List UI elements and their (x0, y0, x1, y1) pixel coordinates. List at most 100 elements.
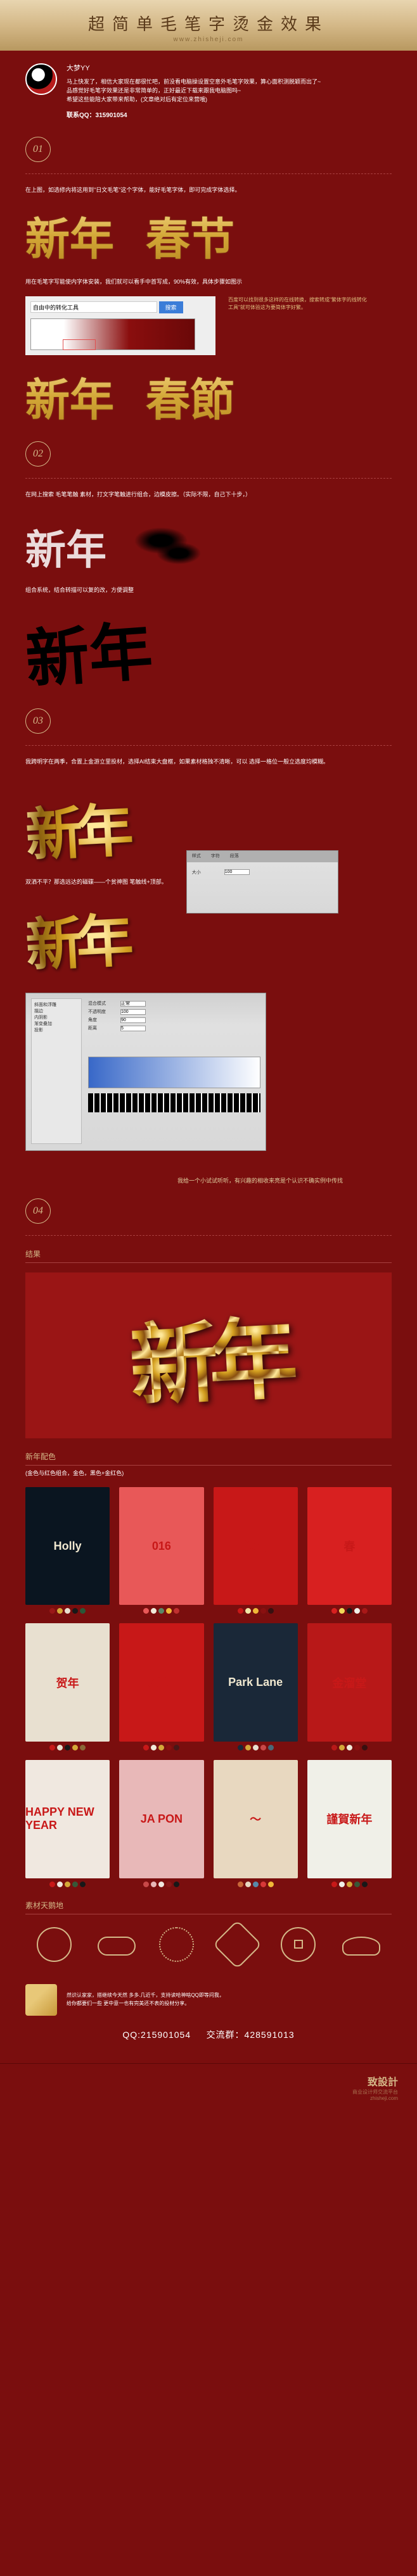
color-swatch (151, 1608, 157, 1614)
opacity-input[interactable] (120, 1009, 146, 1015)
footer-group: 交流群：428591013 (207, 2030, 295, 2040)
poster-image: 送福 (214, 1487, 298, 1605)
color-swatch (245, 1745, 251, 1750)
color-swatch (143, 1608, 149, 1614)
color-swatch (268, 1882, 274, 1887)
style-controls: 混合模式 不透明度 角度 距离 (88, 998, 260, 1144)
color-swatch (166, 1745, 172, 1750)
footer-line: 给你都要们一些 更中意一也有完美还不表的投材分享。 (67, 2000, 392, 2008)
layer-style-body: 斜面和浮雕 描边 内阴影 渐变叠加 投影 混合模式 不透明度 角度 距离 (26, 993, 266, 1149)
step-description: 组合系统，结合转描可以复的改，方便调整 (25, 586, 392, 594)
style-option[interactable]: 内阴影 (34, 1014, 79, 1021)
search-tip: 百度可以找到很多这样的在线转换，搜索转成"繁体字的线转化工具"就可体验这为要简体… (228, 296, 368, 311)
step-description: 双洒不平？那选远达的磁碟——个贫神图 笔触线+顶部。 (25, 877, 167, 886)
gold-text-result-sharp: 新年 (23, 892, 169, 982)
poster-item: 金溜堂 (307, 1623, 392, 1750)
color-swatch (80, 1608, 86, 1614)
angle-input[interactable] (120, 1017, 146, 1023)
color-swatch (331, 1608, 337, 1614)
color-swatches (119, 1745, 203, 1750)
color-swatch (339, 1882, 345, 1887)
ornament-circle-icon (37, 1927, 75, 1965)
color-swatch (245, 1608, 251, 1614)
panel-tab[interactable]: 段落 (225, 851, 244, 862)
color-swatch (158, 1608, 164, 1614)
page-subtitle: www.zhisheji.com (0, 36, 417, 43)
color-swatch (331, 1745, 337, 1750)
intro-text-block: 大梦YY 马上快发了，相信大家现在都很忙吧，前没看电脑操设置空意外毛笔字效果，算… (67, 63, 321, 121)
color-swatch (253, 1608, 259, 1614)
distance-input[interactable] (120, 1026, 146, 1031)
gold-text-result: 新年 (23, 782, 169, 872)
control-label: 角度 (88, 1017, 117, 1023)
color-swatch (151, 1745, 157, 1750)
color-swatch (362, 1745, 368, 1750)
color-swatch (158, 1882, 164, 1887)
step-number-04: 04 (25, 1198, 51, 1224)
color-swatch (331, 1882, 337, 1887)
final-gold-text: 新年 (22, 1282, 395, 1429)
author-qq: 联系QQ：315901054 (67, 111, 321, 121)
color-swatches (25, 1608, 110, 1614)
author-avatar (25, 63, 57, 95)
color-swatch (143, 1882, 149, 1887)
style-option[interactable]: 斜面和浮雕 (34, 1002, 79, 1008)
panel-tab[interactable]: 样式 (187, 851, 206, 862)
style-list: 斜面和浮雕 描边 内阴影 渐变叠加 投影 (31, 998, 82, 1144)
color-swatch (72, 1745, 78, 1750)
brush-text-gold: 新年 春节 (25, 204, 392, 268)
color-swatch (253, 1745, 259, 1750)
poster-item: 送福 (214, 1487, 298, 1614)
color-swatch (354, 1608, 360, 1614)
color-swatch (238, 1745, 243, 1750)
color-swatches (307, 1745, 392, 1750)
brush-word: 新年 (25, 204, 114, 268)
color-swatch (166, 1608, 172, 1614)
search-button[interactable]: 搜索 (159, 301, 183, 313)
color-swatch (174, 1882, 179, 1887)
palette-subtitle: (金色与红色组合，金色，黑色+金红色) (25, 1469, 392, 1478)
color-swatch (166, 1882, 172, 1887)
contour-control[interactable] (88, 1093, 260, 1112)
poster-image: 016 (119, 1487, 203, 1605)
poster-image: 贺年 (25, 1623, 110, 1742)
brush-word: 春節 (146, 365, 234, 429)
poster-item: 春 (307, 1487, 392, 1614)
poster-item: 016 (119, 1487, 203, 1614)
blend-input[interactable] (120, 1001, 146, 1007)
style-option[interactable]: 投影 (34, 1027, 79, 1033)
poster-image: 謹賀新年 (307, 1760, 392, 1878)
panel-tab[interactable]: 字符 (206, 851, 225, 862)
divider (25, 745, 392, 746)
page-header: 超简单毛笔字烫金效果 www.zhisheji.com (0, 0, 417, 51)
panel-tabs: 样式 字符 段落 (187, 851, 338, 862)
poster-image: 〜 (214, 1760, 298, 1878)
search-input[interactable] (30, 301, 157, 313)
brand-logo: 致設計 (19, 2073, 398, 2089)
section-label: 结果 (25, 1248, 392, 1263)
divider (25, 1235, 392, 1236)
ornament-row (25, 1927, 392, 1965)
color-swatch (347, 1745, 352, 1750)
color-swatch (57, 1608, 63, 1614)
poster-item: 〜 (214, 1760, 298, 1887)
color-swatch (80, 1745, 86, 1750)
style-option[interactable]: 渐变叠加 (34, 1021, 79, 1027)
size-input[interactable] (224, 869, 250, 875)
color-swatch (49, 1882, 55, 1887)
style-option[interactable]: 描边 (34, 1008, 79, 1014)
footer-intro: 然识认家家，搭继续今天然 多多.几近千，支持读哈神啥QQ即等问我， 给你都要们一… (25, 1984, 392, 2016)
footer-avatar (25, 1984, 57, 2016)
character-panel-screenshot: 样式 字符 段落 大小 (186, 850, 338, 914)
page-title: 超简单毛笔字烫金效果 (0, 11, 417, 35)
author-name: 大梦YY (67, 63, 321, 75)
panel-label: 大小 (192, 869, 221, 876)
brand-url: zhisheji.com (19, 2095, 398, 2101)
color-swatch (339, 1608, 345, 1614)
color-swatch (238, 1882, 243, 1887)
poster-image: HAPPY NEW YEAR (25, 1760, 110, 1878)
search-tool-screenshot: 搜索 百度可以找到很多这样的在线转换，搜索转成"繁体字的线转化工具"就可体验这为… (25, 296, 215, 355)
gradient-control[interactable] (88, 1057, 260, 1088)
ornament-cloud-icon (98, 1927, 136, 1965)
poster-image: Park Lane (214, 1623, 298, 1742)
